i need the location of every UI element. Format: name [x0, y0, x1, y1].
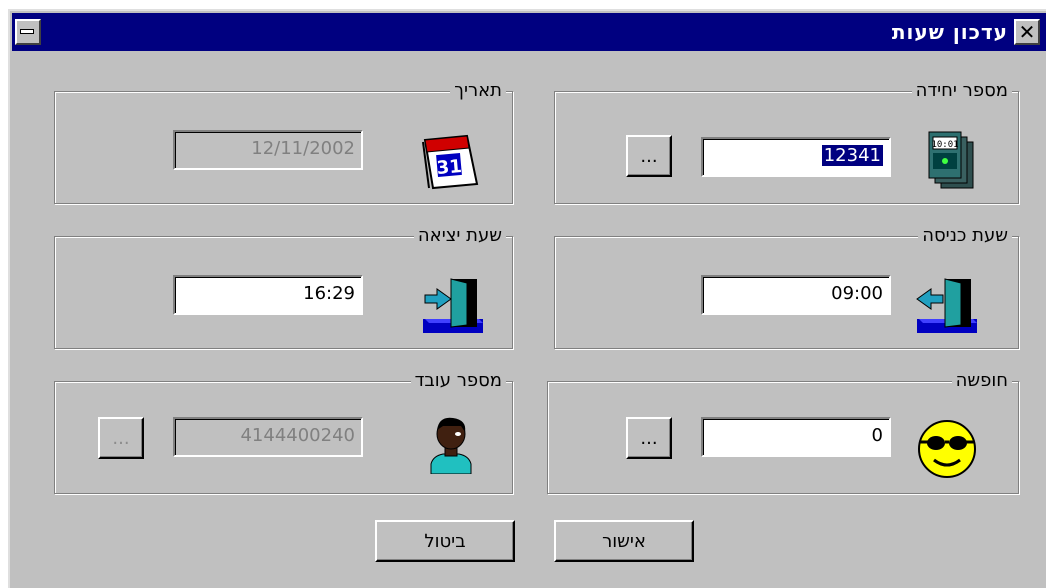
- svg-text:10:01: 10:01: [931, 140, 958, 150]
- close-button[interactable]: ✕: [1014, 19, 1040, 45]
- vacation-input[interactable]: 0: [701, 417, 891, 457]
- vacation-label: חופשה: [951, 369, 1012, 393]
- person-icon: [430, 417, 472, 474]
- unit-browse-button[interactable]: ...: [626, 135, 672, 177]
- close-icon: ✕: [1018, 20, 1036, 44]
- door-exit-icon: [423, 278, 483, 333]
- exit-time-input[interactable]: 16:29: [173, 275, 363, 315]
- ok-button[interactable]: אישור: [554, 520, 694, 562]
- employee-number-group: מספר עובד ... 4144400240: [54, 369, 513, 494]
- window-title: עדכון שעות: [891, 20, 1008, 44]
- date-group: תאריך 12/11/2002 31: [54, 79, 513, 204]
- system-menu-icon: [20, 29, 34, 34]
- date-label: תאריך: [450, 79, 506, 103]
- svg-text:31: 31: [436, 156, 463, 179]
- exit-time-group: שעת יציאה 16:29: [54, 224, 513, 349]
- door-enter-icon: [916, 278, 977, 333]
- vacation-group: חופשה ... 0: [547, 369, 1019, 494]
- cancel-button[interactable]: ביטול: [375, 520, 515, 562]
- vacation-browse-button[interactable]: ...: [626, 417, 672, 459]
- unit-number-input[interactable]: 12341: [701, 137, 891, 177]
- employee-number-input[interactable]: 4144400240: [173, 417, 363, 457]
- unit-number-value: 12341: [821, 145, 883, 166]
- date-input[interactable]: 12/11/2002: [173, 130, 363, 170]
- unit-number-label: מספר יחידה: [911, 79, 1012, 103]
- employee-browse-button[interactable]: ...: [98, 417, 144, 459]
- time-clock-device-icon: 10:01: [928, 131, 974, 189]
- entry-time-group: שעת כניסה 09:00: [554, 224, 1019, 349]
- title-bar: עדכון שעות ✕: [12, 13, 1046, 51]
- dialog-window: עדכון שעות ✕ מספר יחידה ... 12341 10:01 …: [8, 9, 1046, 588]
- employee-number-label: מספר עובד: [410, 369, 506, 393]
- calendar-icon: 31: [422, 134, 479, 190]
- entry-time-input[interactable]: 09:00: [701, 275, 891, 315]
- unit-number-group: מספר יחידה ... 12341 10:01: [554, 79, 1019, 204]
- system-menu-button[interactable]: [15, 19, 41, 45]
- exit-time-label: שעת יציאה: [413, 224, 506, 248]
- sunglasses-smiley-icon: [918, 420, 976, 478]
- entry-time-label: שעת כניסה: [918, 224, 1012, 248]
